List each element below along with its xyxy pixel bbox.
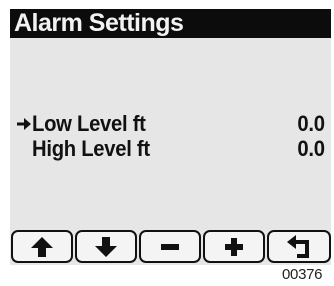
minus-icon <box>158 236 182 258</box>
selection-arrow-icon <box>16 113 32 135</box>
arrow-down-icon <box>94 236 118 258</box>
plus-button[interactable] <box>203 230 265 263</box>
menu-item-value: 0.0 <box>297 111 326 136</box>
down-button[interactable] <box>75 230 137 263</box>
up-button[interactable] <box>11 230 73 263</box>
arrow-up-icon <box>30 236 54 258</box>
menu-item-label: High Level ft <box>32 136 150 161</box>
plus-icon <box>222 236 246 258</box>
menu-item-low-level[interactable]: Low Level ft 0.0 <box>10 113 331 135</box>
lcd-display: Alarm Settings Low Level ft 0.0 High Lev… <box>10 9 331 265</box>
menu-item-high-level[interactable]: High Level ft 0.0 <box>10 138 331 160</box>
menu-item-label: Low Level ft <box>32 111 146 136</box>
minus-button[interactable] <box>139 230 201 263</box>
softkey-bar <box>10 230 331 265</box>
return-button[interactable] <box>267 230 331 263</box>
return-icon <box>286 234 312 259</box>
menu-item-value: 0.0 <box>297 136 326 161</box>
screen-title: Alarm Settings <box>10 9 331 38</box>
figure-code: 00376 <box>282 266 323 283</box>
